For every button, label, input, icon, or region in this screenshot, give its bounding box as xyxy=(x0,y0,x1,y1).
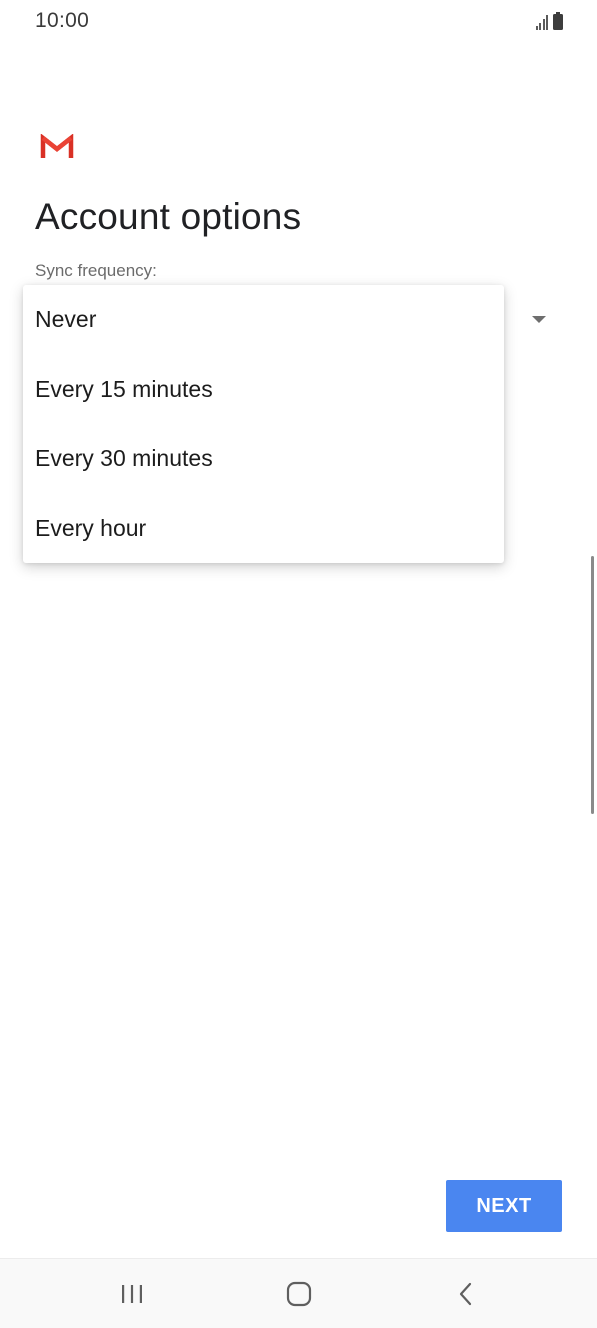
option-every-30-minutes[interactable]: Every 30 minutes xyxy=(23,424,504,494)
battery-icon xyxy=(553,12,563,30)
sync-frequency-label: Sync frequency: xyxy=(35,261,157,280)
home-icon xyxy=(286,1281,312,1307)
next-button[interactable]: NEXT xyxy=(446,1180,562,1232)
back-button[interactable] xyxy=(406,1259,526,1328)
sync-frequency-dropdown: Never Every 15 minutes Every 30 minutes … xyxy=(23,285,504,563)
screen: 10:00 Account options Sync frequency: Ne… xyxy=(0,0,597,1328)
option-every-hour[interactable]: Every hour xyxy=(23,494,504,564)
recents-button[interactable] xyxy=(72,1259,192,1328)
gmail-logo-icon xyxy=(40,134,74,158)
status-icons xyxy=(535,12,563,30)
back-icon xyxy=(459,1282,472,1306)
recents-icon xyxy=(122,1285,142,1303)
navigation-bar xyxy=(0,1258,597,1328)
scroll-indicator[interactable] xyxy=(591,556,594,814)
dropdown-arrow-icon[interactable] xyxy=(532,316,546,323)
option-every-15-minutes[interactable]: Every 15 minutes xyxy=(23,355,504,425)
status-bar: 10:00 xyxy=(0,0,597,44)
status-time: 10:00 xyxy=(35,9,90,32)
signal-icon xyxy=(535,14,548,30)
home-button[interactable] xyxy=(239,1259,359,1328)
option-never[interactable]: Never xyxy=(23,285,504,355)
page-title: Account options xyxy=(35,196,302,237)
